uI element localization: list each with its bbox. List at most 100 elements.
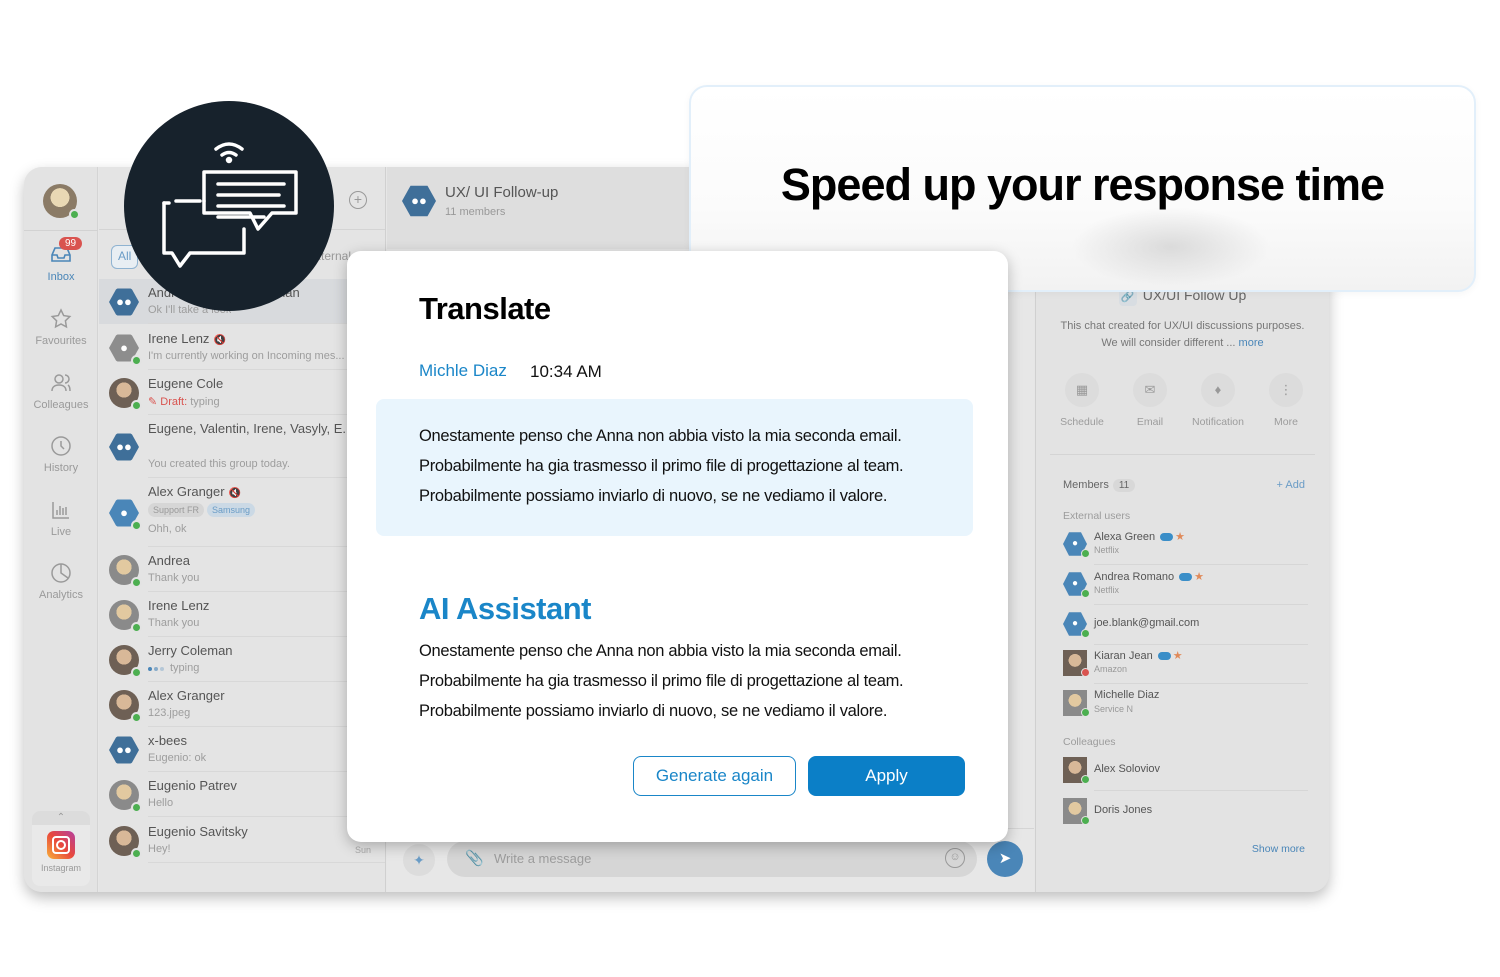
rail-item-label: Inbox <box>47 271 75 283</box>
text: Irene Lenz <box>148 331 210 346</box>
colleague-item[interactable]: Doris Jones <box>1063 794 1308 834</box>
tag: Samsung <box>207 503 256 517</box>
conversation-item[interactable]: Eugenio Patrev Hello <box>99 772 385 817</box>
rail-item-favourites[interactable]: Favourites <box>24 307 98 363</box>
conversation-item[interactable]: Eugenio Savitsky Hey! Sun <box>99 818 385 863</box>
rail-item-colleagues[interactable]: Colleagues <box>24 371 98 427</box>
ai-assistant-heading: AI Assistant <box>419 591 592 626</box>
message-sender[interactable]: Michle Diaz <box>419 361 507 381</box>
colleagues-icon <box>51 374 71 392</box>
original-message: Onestamente penso che Anna non abbia vis… <box>419 421 904 511</box>
text: 123.jpeg <box>148 707 191 719</box>
rail-item-label: Favourites <box>35 335 87 347</box>
online-status-dot <box>1081 816 1090 825</box>
action-label: Schedule <box>1060 416 1104 428</box>
conversation-name: Jerry Coleman <box>148 643 233 658</box>
star-icon: ★ <box>1194 571 1204 583</box>
message-timestamp: 10:34 AM <box>530 362 602 381</box>
action-notification[interactable]: ♦ Notification <box>1186 373 1250 428</box>
conversation-tags: Support FR Samsung <box>148 503 258 517</box>
member-company: Netflix <box>1094 545 1120 555</box>
busy-status-dot <box>1081 668 1090 677</box>
conversation-preview: typing <box>148 662 199 674</box>
conversation-item[interactable]: Andrea Thank you <box>99 547 385 592</box>
chevron-up-icon[interactable]: ⌃ <box>32 811 90 825</box>
star-icon <box>50 308 72 329</box>
more-link[interactable]: more <box>1239 337 1264 349</box>
conversation-name: x-bees <box>148 733 187 748</box>
conversation-time: Sun <box>354 845 371 855</box>
add-member-button[interactable]: + Add <box>1277 479 1305 491</box>
attach-icon[interactable]: 📎 <box>465 849 484 867</box>
chat-title[interactable]: UX/ UI Follow-up <box>445 184 558 201</box>
colleague-name: Alex Soloviov <box>1094 763 1161 775</box>
conversation-preview: 123.jpeg <box>148 707 190 719</box>
conversation-name: Andrea <box>148 553 190 568</box>
member-item[interactable]: Michelle Diaz Service N <box>1063 686 1308 726</box>
conversation-preview: You created this group today. <box>148 458 290 470</box>
info-description: This chat created for UX/UI discussions … <box>1050 318 1315 352</box>
generate-again-button[interactable]: Generate again <box>633 756 796 796</box>
emoji-icon[interactable]: ☺ <box>945 848 965 868</box>
members-heading: Members 11 <box>1063 479 1136 492</box>
my-avatar[interactable] <box>43 184 80 220</box>
conversation-item[interactable]: Jerry Coleman typing <box>99 637 385 682</box>
clock-icon <box>51 436 71 456</box>
tag: Support FR <box>148 503 205 517</box>
conversation-item[interactable]: Alex Granger 123.jpeg <box>99 682 385 727</box>
member-item[interactable]: ● Andrea Romano ★ Netflix <box>1063 567 1308 607</box>
divider <box>24 230 98 231</box>
rail-item-live[interactable]: Live <box>24 498 98 554</box>
star-icon: ★ <box>1175 531 1186 543</box>
conversation-item[interactable]: ●● Eugene, Valentin, Irene, Vasyly, E... Y… <box>99 415 385 478</box>
rail-item-analytics[interactable]: Analytics <box>24 561 98 617</box>
online-status-dot <box>1081 629 1090 638</box>
star-icon: ★ <box>1172 650 1183 662</box>
member-item[interactable]: ● Alexa Green ★ Netflix <box>1063 527 1308 567</box>
rail-item-label: Live <box>50 526 72 538</box>
conversation-item[interactable]: Eugene Cole ✎ Draft: typing <box>99 370 385 415</box>
nav-rail: 99 Inbox Favourites Colleagues History L… <box>24 167 98 892</box>
pinned-app-instagram[interactable]: ⌃ Instagram <box>32 811 90 886</box>
new-chat-button[interactable]: + <box>349 191 367 209</box>
instagram-icon <box>47 831 75 859</box>
ai-magic-wand-button[interactable]: ✦ <box>403 844 435 876</box>
typing-indicator <box>148 662 170 674</box>
action-more[interactable]: ⋮ More <box>1254 373 1318 428</box>
colleagues-label: Colleagues <box>1063 736 1116 748</box>
member-item[interactable]: Kiaran Jean ★ Amazon <box>1063 646 1308 686</box>
conversation-preview: Hey! <box>148 843 171 855</box>
rail-item-inbox[interactable]: 99 Inbox <box>24 237 98 299</box>
show-more-link[interactable]: Show more <box>1252 843 1305 855</box>
colleague-item[interactable]: Alex Soloviov <box>1063 753 1308 793</box>
text: Alex Granger <box>148 688 225 703</box>
divider <box>1094 790 1308 791</box>
rail-item-label: Colleagues <box>33 399 89 411</box>
conversation-preview: ✎ Draft: typing <box>148 395 220 408</box>
text: Eugenio Patrev <box>148 778 237 793</box>
conversation-item[interactable]: ● Alex Granger 🔇 Support FR Samsung Ohh, ok <box>99 478 385 547</box>
divider <box>1094 644 1308 645</box>
online-status-dot <box>131 400 142 411</box>
online-status-dot <box>131 667 142 678</box>
rail-item-history[interactable]: History <box>24 434 98 490</box>
translate-dialog: Translate Michle Diaz 10:34 AM Onestamen… <box>347 251 1008 842</box>
calendar-icon: ▦ <box>1065 373 1099 407</box>
conversation-item[interactable]: Irene Lenz Thank you <box>99 592 385 637</box>
send-button[interactable]: ➤ <box>987 841 1023 877</box>
apply-button[interactable]: Apply <box>808 756 965 796</box>
text: Eugene, Valentin, Irene, Vasyly, E... <box>148 421 354 436</box>
online-status-dot <box>1081 708 1090 717</box>
text: typing <box>190 396 220 408</box>
conversation-item[interactable]: ● Irene Lenz 🔇 I'm currently working on Inc… <box>99 325 385 370</box>
action-schedule[interactable]: ▦ Schedule <box>1050 373 1114 428</box>
divider <box>148 862 385 863</box>
unread-badge: 99 <box>59 237 83 250</box>
online-status-dot <box>131 712 142 723</box>
member-item[interactable]: ● joe.blank@gmail.com <box>1063 607 1308 647</box>
action-email[interactable]: ✉ Email <box>1118 373 1182 428</box>
group-avatar: ●● <box>402 185 436 217</box>
text: Ohh, ok <box>148 523 187 535</box>
external-users-label: External users <box>1063 510 1131 522</box>
conversation-item[interactable]: ●● x-bees Eugenio: ok <box>99 727 385 772</box>
